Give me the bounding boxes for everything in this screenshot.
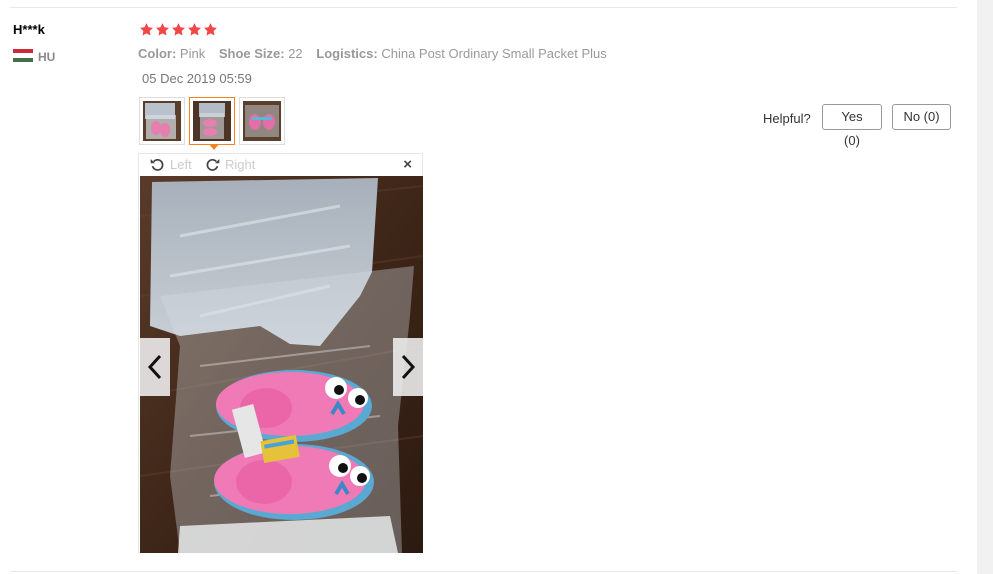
review-thumbnail-active[interactable]	[189, 97, 235, 150]
attr-color: Color: Pink	[138, 46, 206, 61]
page-scrollbar[interactable]	[977, 0, 993, 574]
review-thumbnail[interactable]	[139, 97, 185, 145]
review-date: 05 Dec 2019 05:59	[142, 71, 252, 86]
active-caret-icon	[209, 144, 219, 150]
close-icon[interactable]: ×	[403, 156, 412, 173]
helpful-no-button[interactable]: No (0)	[892, 104, 951, 130]
next-image-button[interactable]	[393, 338, 423, 396]
image-viewer: Left Right ×	[138, 153, 423, 553]
chevron-right-icon	[400, 354, 416, 380]
review-photo	[140, 176, 423, 553]
previous-image-button[interactable]	[140, 338, 170, 396]
rotate-right-button[interactable]: Right	[204, 156, 255, 173]
helpful-label: Helpful?	[763, 111, 811, 126]
reviewer-name: H***k	[13, 22, 45, 37]
hungary-flag-icon	[13, 49, 33, 62]
chevron-left-icon	[147, 354, 163, 380]
attr-logistics: Logistics: China Post Ordinary Small Pac…	[316, 46, 607, 61]
rating-stars	[139, 22, 218, 37]
rotate-right-icon	[204, 156, 221, 173]
review-thumbnail[interactable]	[239, 97, 285, 145]
rotate-left-button[interactable]: Left	[149, 156, 192, 173]
star-icon	[171, 22, 186, 37]
rotate-left-label: Left	[170, 157, 192, 172]
review-thumbnails	[139, 97, 289, 150]
star-icon	[187, 22, 202, 37]
helpful-yes-button[interactable]: Yes (0)	[822, 104, 882, 148]
rotate-left-icon	[149, 156, 166, 173]
star-icon	[139, 22, 154, 37]
star-icon	[155, 22, 170, 37]
star-icon	[203, 22, 218, 37]
top-divider	[10, 7, 957, 8]
viewer-toolbar: Left Right ×	[139, 154, 422, 175]
review-attributes: Color: Pink Shoe Size: 22 Logistics: Chi…	[138, 46, 617, 61]
attr-shoe-size: Shoe Size: 22	[218, 46, 303, 61]
reviewer-country: HU	[38, 50, 56, 64]
rotate-right-label: Right	[225, 157, 256, 172]
bottom-divider	[10, 571, 957, 572]
